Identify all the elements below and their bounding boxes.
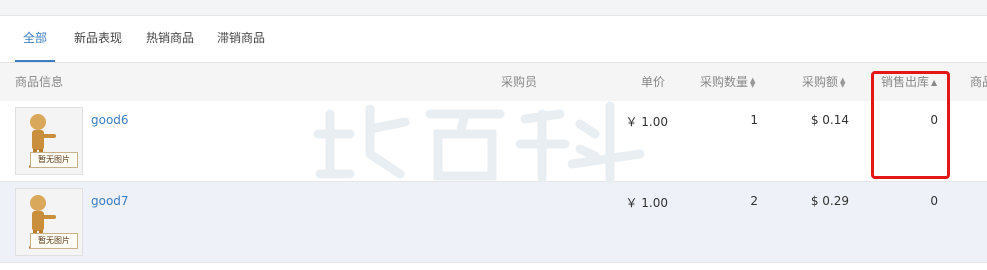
table-row: 暂无图片 good6 ￥ 1.00 1 $ 0.14 0	[0, 101, 987, 182]
header-purchase-amount-label: 采购额	[802, 75, 839, 89]
tab-slow-moving[interactable]: 滞销商品	[217, 16, 265, 60]
header-buyer: 采购员	[501, 75, 538, 89]
header-purchase-amount[interactable]: 采购额 ▲ ▼	[802, 63, 847, 101]
table-header: 商品信息 采购员 单价 采购数量▲▼ 采购额▲▼ 销售出库▲ 商品	[0, 62, 987, 102]
no-image-label: 暂无图片	[30, 233, 78, 249]
purchase-amount: $ 0.29	[810, 194, 849, 208]
no-image-label: 暂无图片	[30, 152, 78, 168]
header-next-column: 商品	[970, 75, 987, 89]
header-sales-out-label: 销售出库	[881, 75, 930, 89]
header-purchase-qty-label: 采购数量	[700, 75, 749, 89]
table-row: 暂无图片 good7 ￥ 1.00 2 $ 0.29 0	[0, 182, 987, 263]
purchase-amount: $ 0.14	[810, 113, 849, 127]
header-product-info: 商品信息	[15, 75, 64, 89]
header-purchase-qty[interactable]: 采购数量 ▲ ▼	[700, 63, 757, 101]
unit-price: ￥ 1.00	[625, 115, 668, 129]
product-thumbnail: 暂无图片	[15, 188, 83, 256]
purchase-qty: 2	[750, 194, 758, 208]
sales-out: 0	[930, 113, 938, 127]
unit-price: ￥ 1.00	[625, 196, 668, 210]
sort-both-icon[interactable]: ▲ ▼	[750, 76, 757, 88]
purchase-qty: 1	[750, 113, 758, 127]
sort-ascending-icon[interactable]: ▲	[931, 78, 938, 87]
header-sales-out[interactable]: 销售出库 ▲	[881, 63, 938, 101]
header-unit-price: 单价	[641, 75, 666, 89]
product-name-link[interactable]: good6	[91, 113, 129, 127]
product-name-link[interactable]: good7	[91, 194, 129, 208]
sales-out: 0	[930, 194, 938, 208]
product-name[interactable]: good6	[91, 113, 129, 127]
filter-tabs: 全部 新品表现 热销商品 滞销商品	[0, 16, 987, 62]
tab-all[interactable]: 全部	[15, 16, 56, 62]
product-panel: 全部 新品表现 热销商品 滞销商品 商品信息 采购员 单价 采购数量 ▲ ▼ 采购额…	[0, 15, 987, 270]
product-thumbnail: 暂无图片	[15, 107, 83, 175]
tab-new-products[interactable]: 新品表现	[74, 16, 122, 60]
product-name[interactable]: good7	[91, 194, 129, 208]
tab-hot-selling[interactable]: 热销商品	[146, 16, 194, 60]
sort-both-icon[interactable]: ▲ ▼	[840, 76, 847, 88]
